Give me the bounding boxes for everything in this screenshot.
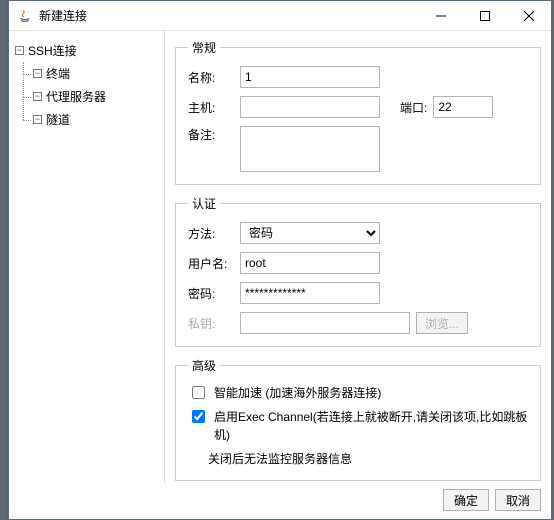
close-button[interactable] [507,1,551,31]
group-auth: 认证 方法: 密码 用户名: 密码: 私钥: [175,195,541,347]
tree-item-proxy[interactable]: − 代理服务器 [15,85,160,108]
privatekey-input [240,312,410,334]
maximize-button[interactable] [463,1,507,31]
port-label: 端口: [400,99,427,116]
nav-tree: − SSH连接 − 终端 − 代理服务器 − 隧道 [9,31,165,483]
tree-item-label: 代理服务器 [46,88,106,105]
password-label: 密码: [188,285,234,302]
method-label: 方法: [188,225,234,242]
collapse-icon[interactable]: − [15,46,24,55]
username-label: 用户名: [188,255,234,272]
minimize-button[interactable] [419,1,463,31]
group-advanced-legend: 高级 [188,357,220,374]
minimize-icon [436,11,446,21]
group-auth-legend: 认证 [188,195,220,212]
group-advanced: 高级 智能加速 (加速海外服务器连接) 启用Exec Channel(若连接上就… [175,357,541,481]
host-input[interactable] [240,96,380,118]
name-input[interactable] [240,66,380,88]
tree-root-label: SSH连接 [28,42,77,59]
smart-accel-checkbox[interactable] [192,386,205,399]
close-icon [524,11,534,21]
name-label: 名称: [188,69,234,86]
tree-item-label: 隧道 [46,111,70,128]
remark-label: 备注: [188,126,234,143]
method-select[interactable]: 密码 [240,222,380,244]
window-title: 新建连接 [39,7,87,24]
group-general: 常规 名称: 主机: 端口: 备注: [175,39,541,185]
username-input[interactable] [240,252,380,274]
group-general-legend: 常规 [188,39,220,56]
collapse-icon[interactable]: − [33,115,42,124]
ok-button[interactable]: 确定 [443,489,489,511]
dialog-footer: 确定 取消 [9,483,551,519]
browse-button: 浏览... [416,312,468,334]
smart-accel-label: 智能加速 (加速海外服务器连接) [214,384,381,402]
maximize-icon [480,11,490,21]
tree-item-label: 终端 [46,65,70,82]
exec-channel-checkbox[interactable] [192,410,205,423]
titlebar: 新建连接 [9,1,551,31]
tree-item-terminal[interactable]: − 终端 [15,62,160,85]
host-label: 主机: [188,99,234,116]
dialog-window: 新建连接 − SSH连接 − 终端 − 代理服务器 [8,0,552,520]
java-icon [17,8,33,24]
form-content: 常规 名称: 主机: 端口: 备注: 认证 [165,31,551,483]
password-input[interactable] [240,282,380,304]
exec-channel-note: 关闭后无法监控服务器信息 [208,450,528,468]
collapse-icon[interactable]: − [33,92,42,101]
tree-item-tunnel[interactable]: − 隧道 [15,108,160,131]
cancel-button[interactable]: 取消 [495,489,541,511]
port-input[interactable] [433,96,493,118]
exec-channel-label: 启用Exec Channel(若连接上就被断开,请关闭该项,比如跳板机) [214,408,528,444]
privatekey-label: 私钥: [188,315,234,332]
collapse-icon[interactable]: − [33,69,42,78]
remark-input[interactable] [240,126,380,172]
tree-root-ssh[interactable]: − SSH连接 [15,39,160,62]
